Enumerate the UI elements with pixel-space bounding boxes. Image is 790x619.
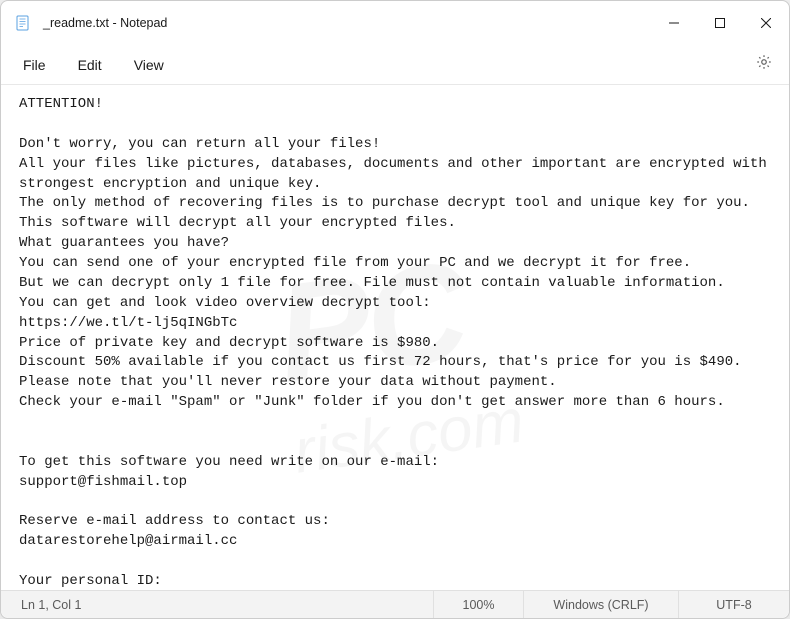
menu-edit[interactable]: Edit bbox=[62, 51, 118, 79]
document-text: ATTENTION! Don't worry, you can return a… bbox=[19, 96, 767, 590]
maximize-button[interactable] bbox=[697, 1, 743, 45]
settings-button[interactable] bbox=[745, 47, 783, 82]
status-line-ending: Windows (CRLF) bbox=[524, 591, 679, 618]
text-content-area[interactable]: ATTENTION! Don't worry, you can return a… bbox=[1, 85, 789, 590]
notepad-window: _readme.txt - Notepad File Edit View ATT… bbox=[0, 0, 790, 619]
close-button[interactable] bbox=[743, 1, 789, 45]
statusbar: Ln 1, Col 1 100% Windows (CRLF) UTF-8 bbox=[1, 590, 789, 618]
menu-view[interactable]: View bbox=[118, 51, 180, 79]
status-zoom[interactable]: 100% bbox=[434, 591, 524, 618]
window-title: _readme.txt - Notepad bbox=[43, 16, 651, 30]
titlebar: _readme.txt - Notepad bbox=[1, 1, 789, 45]
notepad-icon bbox=[15, 15, 31, 31]
menubar: File Edit View bbox=[1, 45, 789, 85]
status-encoding: UTF-8 bbox=[679, 591, 789, 618]
status-position: Ln 1, Col 1 bbox=[1, 591, 434, 618]
menu-file[interactable]: File bbox=[7, 51, 62, 79]
window-controls bbox=[651, 1, 789, 45]
minimize-button[interactable] bbox=[651, 1, 697, 45]
